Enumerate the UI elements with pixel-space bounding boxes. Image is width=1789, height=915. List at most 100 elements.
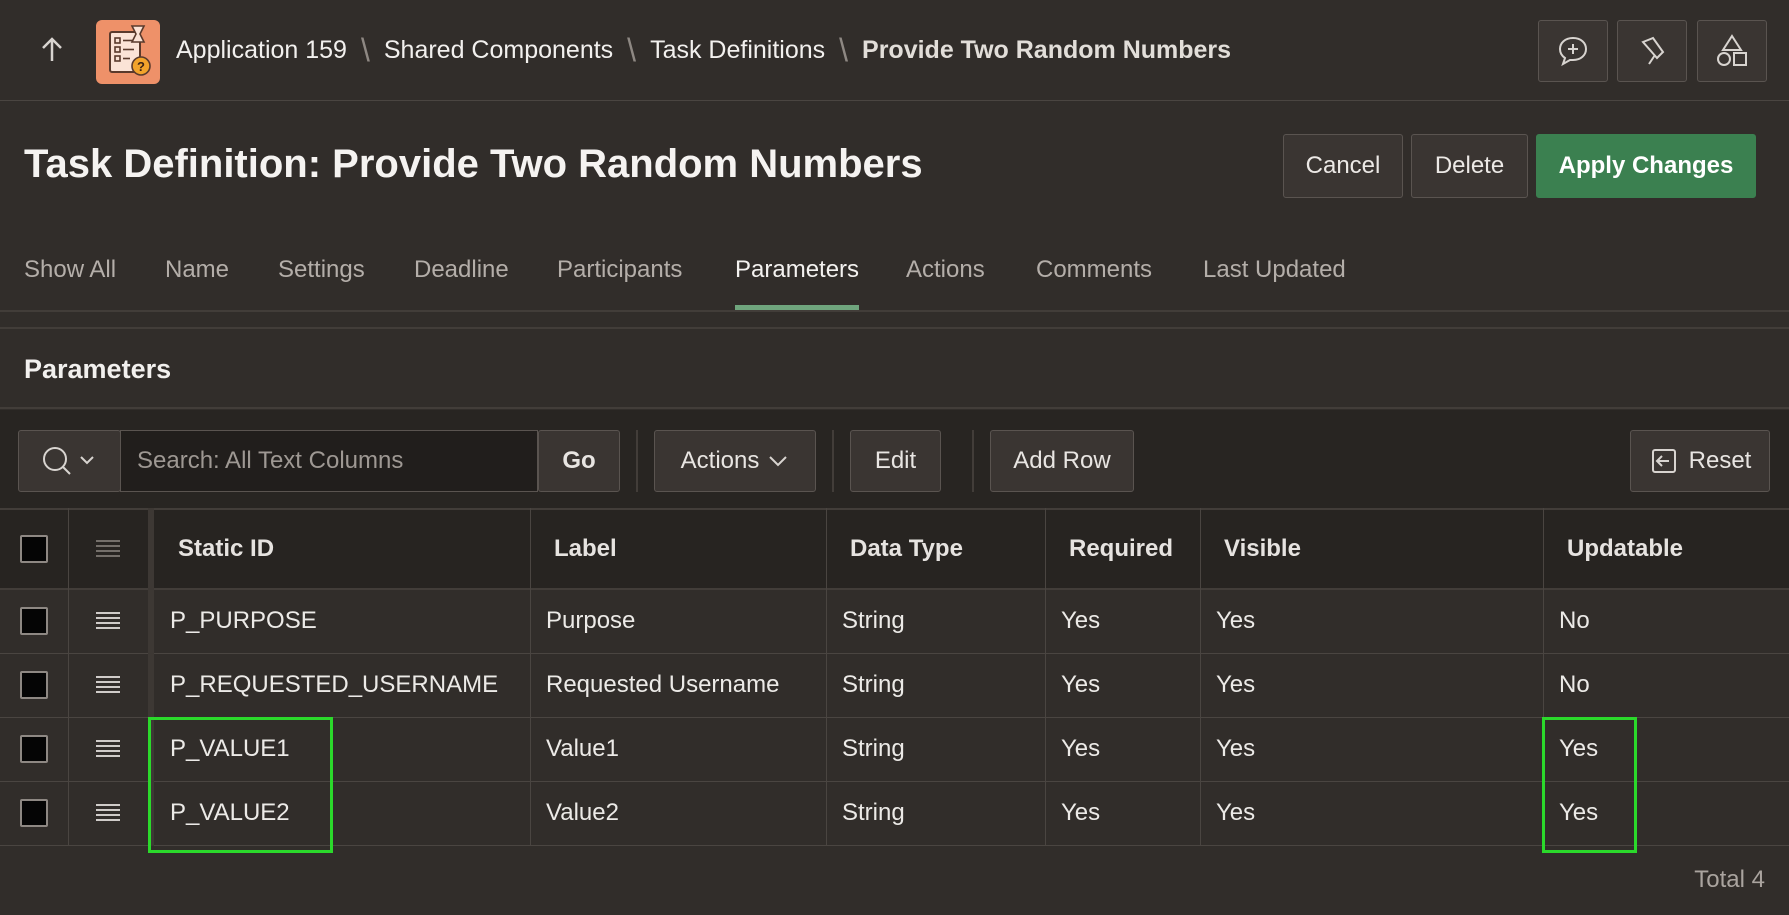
row-actions-cell (68, 718, 148, 780)
row-select-cell (0, 782, 68, 844)
row-select-cell (0, 654, 68, 716)
row-actions-cell (68, 782, 148, 844)
grid-total-count: Total 4 (1694, 866, 1765, 893)
tab-last-updated[interactable]: Last Updated (1203, 250, 1346, 310)
cell-updatable[interactable]: Yes (1543, 782, 1789, 844)
breadcrumb-separator: \ (360, 31, 370, 68)
tab-actions[interactable]: Actions (906, 250, 985, 310)
cell-visible[interactable]: Yes (1200, 718, 1543, 780)
delete-button[interactable]: Delete (1411, 134, 1528, 198)
cell-data-type[interactable]: String (826, 654, 1045, 716)
actions-menu-button[interactable]: Actions (654, 430, 816, 492)
cell-required[interactable]: Yes (1045, 782, 1200, 844)
table-row[interactable]: P_VALUE2 Value2 String Yes Yes Yes (0, 782, 1789, 846)
tab-participants[interactable]: Participants (557, 250, 682, 310)
reset-button[interactable]: Reset (1630, 430, 1770, 492)
cell-static-id[interactable]: P_VALUE1 (154, 718, 530, 780)
parameters-region-header: Parameters (0, 327, 1789, 409)
column-divider (826, 508, 827, 846)
cell-label[interactable]: Requested Username (530, 654, 826, 716)
row-actions-cell (68, 654, 148, 716)
cell-updatable[interactable]: No (1543, 654, 1789, 716)
cell-required[interactable]: Yes (1045, 654, 1200, 716)
cell-label[interactable]: Value1 (530, 718, 826, 780)
row-actions-menu-icon[interactable] (95, 675, 121, 695)
table-row[interactable]: P_REQUESTED_USERNAME Requested Username … (0, 654, 1789, 718)
cell-label[interactable]: Value2 (530, 782, 826, 844)
search-icon (42, 447, 94, 475)
cell-data-type[interactable]: String (826, 590, 1045, 652)
header-row-actions-cell (68, 510, 148, 588)
column-header-required[interactable]: Required (1045, 510, 1200, 588)
breadcrumb-current: Provide Two Random Numbers (862, 35, 1232, 64)
go-button[interactable]: Go (538, 430, 620, 492)
add-row-button[interactable]: Add Row (990, 430, 1134, 492)
breadcrumb-task-definitions[interactable]: Task Definitions (650, 36, 825, 65)
cell-data-type[interactable]: String (826, 718, 1045, 780)
cell-required[interactable]: Yes (1045, 590, 1200, 652)
tab-settings[interactable]: Settings (278, 250, 365, 310)
apply-changes-button[interactable]: Apply Changes (1536, 134, 1756, 198)
cell-updatable[interactable]: No (1543, 590, 1789, 652)
row-actions-menu-icon[interactable] (95, 739, 121, 759)
search-input[interactable] (120, 430, 538, 492)
tab-show-all[interactable]: Show All (24, 250, 116, 310)
select-all-cell (0, 510, 68, 588)
column-divider (1045, 508, 1046, 846)
cancel-button[interactable]: Cancel (1283, 134, 1403, 198)
row-checkbox[interactable] (20, 671, 48, 699)
table-row[interactable]: P_VALUE1 Value1 String Yes Yes Yes (0, 718, 1789, 782)
header-menu-icon (96, 540, 120, 557)
column-header-label[interactable]: Label (530, 510, 826, 588)
page-title: Task Definition: Provide Two Random Numb… (24, 142, 923, 186)
column-header-data-type[interactable]: Data Type (826, 510, 1045, 588)
row-actions-cell (68, 590, 148, 652)
search-column-selector[interactable] (18, 430, 121, 492)
column-header-updatable[interactable]: Updatable (1543, 510, 1789, 588)
cell-updatable[interactable]: Yes (1543, 718, 1789, 780)
select-all-checkbox[interactable] (20, 535, 48, 563)
task-list-icon: ? (109, 25, 151, 76)
toolbar-divider (636, 430, 638, 492)
cell-visible[interactable]: Yes (1200, 654, 1543, 716)
column-divider (530, 508, 531, 846)
tab-comments[interactable]: Comments (1036, 250, 1152, 310)
shared-components-button[interactable] (1697, 20, 1767, 82)
shapes-icon (1717, 34, 1747, 66)
breadcrumb-separator: \ (627, 31, 637, 68)
breadcrumb-shared-components[interactable]: Shared Components (384, 36, 613, 65)
column-header-visible[interactable]: Visible (1200, 510, 1543, 588)
reset-label: Reset (1688, 447, 1752, 474)
cell-static-id[interactable]: P_VALUE2 (154, 782, 530, 844)
breadcrumb-application[interactable]: Application 159 (176, 36, 347, 65)
cell-visible[interactable]: Yes (1200, 590, 1543, 652)
actions-label: Actions (680, 447, 760, 474)
table-row[interactable]: P_PURPOSE Purpose String Yes Yes No (0, 590, 1789, 654)
tab-deadline[interactable]: Deadline (414, 250, 509, 310)
row-checkbox[interactable] (20, 607, 48, 635)
tab-name[interactable]: Name (165, 250, 229, 310)
cell-label[interactable]: Purpose (530, 590, 826, 652)
grid-header-row: Static ID Label Data Type Required Visib… (0, 508, 1789, 590)
column-divider (1543, 508, 1544, 846)
row-actions-menu-icon[interactable] (95, 611, 121, 631)
section-tabs: Show All Name Settings Deadline Particip… (0, 250, 1789, 312)
edit-button[interactable]: Edit (850, 430, 941, 492)
search-components-button[interactable] (1617, 20, 1687, 82)
row-checkbox[interactable] (20, 799, 48, 827)
column-header-static-id[interactable]: Static ID (154, 510, 530, 588)
cell-visible[interactable]: Yes (1200, 782, 1543, 844)
cell-required[interactable]: Yes (1045, 718, 1200, 780)
feedback-button[interactable] (1538, 20, 1608, 82)
chevron-down-icon (769, 456, 788, 467)
breadcrumb-separator: \ (839, 31, 849, 68)
cell-data-type[interactable]: String (826, 782, 1045, 844)
frozen-column-divider (148, 508, 154, 846)
cell-static-id[interactable]: P_REQUESTED_USERNAME (154, 654, 530, 716)
tab-parameters[interactable]: Parameters (735, 250, 860, 310)
row-checkbox[interactable] (20, 735, 48, 763)
toolbar-divider (972, 430, 974, 492)
row-actions-menu-icon[interactable] (95, 803, 121, 823)
up-arrow-icon[interactable] (36, 34, 68, 66)
cell-static-id[interactable]: P_PURPOSE (154, 590, 530, 652)
